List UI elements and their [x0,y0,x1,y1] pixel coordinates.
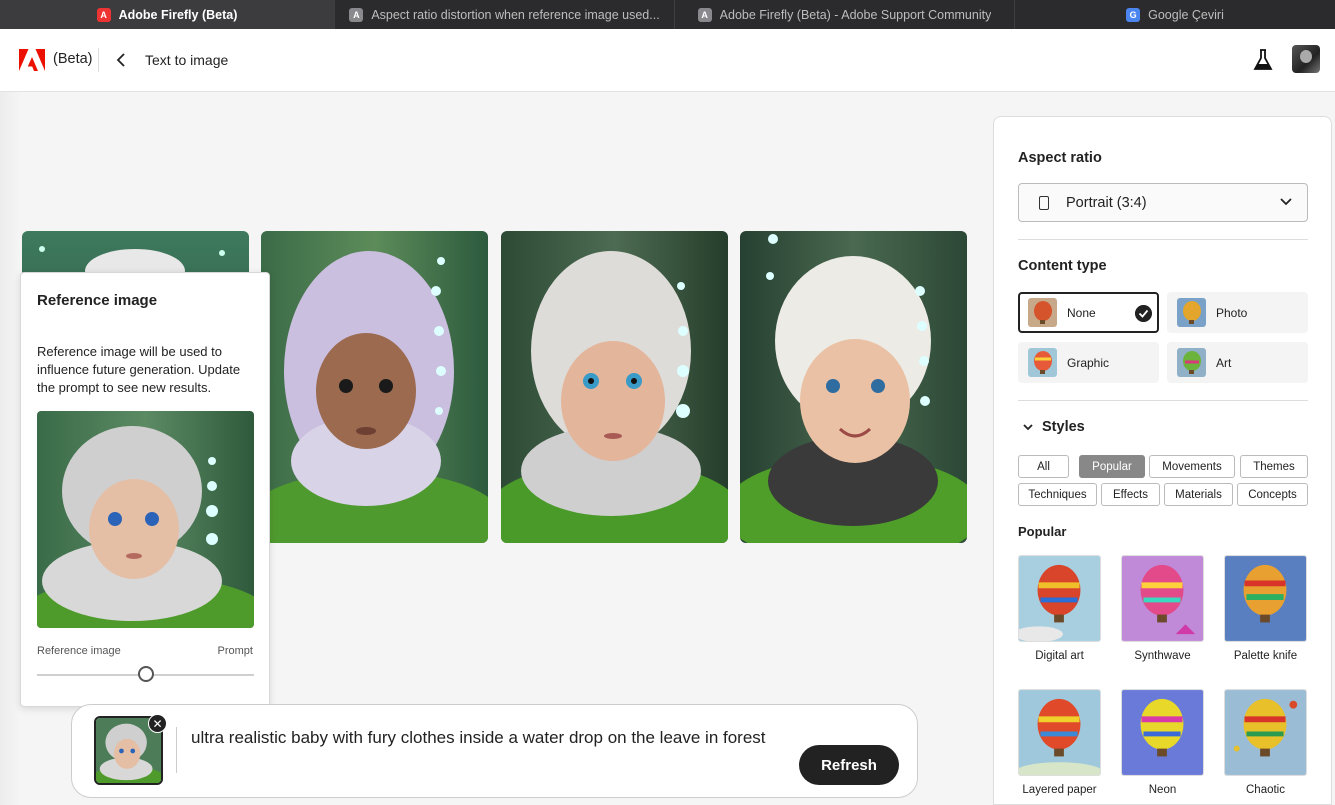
tab-title: Adobe Firefly (Beta) - Adobe Support Com… [719,7,992,22]
style-neon[interactable]: Neon [1121,689,1204,796]
content-type-photo[interactable]: Photo [1167,292,1308,333]
browser-tab-google-translate[interactable]: G Google Çeviri [1015,0,1335,29]
chevron-down-icon [1023,424,1033,431]
prompt-bar: ✕ ultra realistic baby with fury clothes… [71,704,918,798]
aspect-ratio-value: Portrait (3:4) [1066,195,1147,211]
content-type-label: Graphic [1067,356,1110,370]
aspect-ratio-select[interactable]: Portrait (3:4) [1018,183,1308,222]
content-type-label: Photo [1216,306,1248,320]
filter-all[interactable]: All [1018,455,1069,478]
filter-movements[interactable]: Movements [1149,455,1235,478]
style-synthwave[interactable]: Synthwave [1121,555,1204,662]
popover-title: Reference image [37,292,158,309]
balloon-thumbnail [1028,348,1057,377]
header-divider [98,48,99,72]
filter-techniques[interactable]: Techniques [1018,483,1097,506]
community-icon: A [349,7,364,22]
flask-icon[interactable] [1252,48,1274,72]
content-type-graphic[interactable]: Graphic [1018,342,1159,383]
remove-reference-button[interactable]: ✕ [148,714,167,733]
app-header: (Beta) Text to image [0,29,1335,92]
slider-right-label: Prompt [217,645,253,657]
style-label: Palette knife [1233,650,1298,662]
settings-panel: Aspect ratio Portrait (3:4) Content type… [993,116,1332,805]
filter-themes[interactable]: Themes [1240,455,1308,478]
style-label: Digital art [1035,650,1084,662]
generated-image-4[interactable] [740,231,967,543]
content-type-label: None [1067,306,1096,320]
browser-tab-firefly[interactable]: A Adobe Firefly (Beta) [0,0,335,29]
style-palette-knife[interactable]: Palette knife [1224,555,1307,662]
divider [1018,239,1308,240]
tab-title: Adobe Firefly (Beta) [118,7,238,22]
google-translate-icon: G [1126,7,1141,22]
style-label: Layered paper [1022,784,1097,796]
filter-concepts[interactable]: Concepts [1237,483,1308,506]
refresh-button[interactable]: Refresh [799,745,899,785]
generated-image-3[interactable] [501,231,728,543]
style-thumbnail [1224,689,1307,776]
filter-materials[interactable]: Materials [1164,483,1233,506]
generated-image-2[interactable] [261,231,488,543]
content-type-title: Content type [1018,258,1107,274]
filter-popular[interactable]: Popular [1079,455,1145,478]
reference-image [37,411,254,628]
browser-tab-support-community[interactable]: A Adobe Firefly (Beta) - Adobe Support C… [675,0,1015,29]
popular-title: Popular [1018,524,1067,539]
style-label: Chaotic [1246,784,1285,796]
avatar[interactable] [1292,45,1320,73]
style-digital-art[interactable]: Digital art [1018,555,1101,662]
slider-left-label: Reference image [37,645,121,657]
tab-title: Aspect ratio distortion when reference i… [371,7,660,22]
checkmark-icon [1135,305,1152,322]
style-thumbnail [1018,689,1101,776]
content-type-none[interactable]: None [1018,292,1159,333]
breadcrumb[interactable]: Text to image [145,52,228,68]
style-thumbnail [1121,689,1204,776]
chevron-down-icon [1280,198,1292,206]
style-layered-paper[interactable]: Layered paper [1018,689,1101,796]
style-thumbnail [1121,555,1204,642]
filter-effects[interactable]: Effects [1101,483,1160,506]
style-label: Synthwave [1134,650,1191,662]
slider-thumb[interactable] [137,666,154,682]
browser-tab-bar: A Adobe Firefly (Beta) A Aspect ratio di… [0,0,1335,29]
aspect-ratio-title: Aspect ratio [1018,150,1102,166]
reference-image-popover: Reference image Reference image will be … [20,272,270,707]
beta-label: (Beta) [53,51,93,67]
balloon-thumbnail [1177,298,1206,327]
adobe-icon: A [96,7,111,22]
background-shade [0,92,20,805]
divider [1018,400,1308,401]
chevron-left-icon[interactable] [112,49,130,71]
balloon-thumbnail [1028,298,1057,327]
content-type-label: Art [1216,356,1232,370]
popover-description: Reference image will be used to influenc… [37,344,241,395]
adobe-logo-icon[interactable] [19,49,45,71]
prompt-divider [176,727,177,773]
content-type-art[interactable]: Art [1167,342,1308,383]
style-thumbnail [1224,555,1307,642]
prompt-input[interactable]: ultra realistic baby with fury clothes i… [191,728,766,748]
styles-toggle[interactable]: Styles [1022,419,1085,435]
style-thumbnail [1018,555,1101,642]
style-label: Neon [1148,784,1177,796]
balloon-thumbnail [1177,348,1206,377]
community-icon: A [697,7,712,22]
portrait-icon [1039,196,1049,210]
style-chaotic[interactable]: Chaotic [1224,689,1307,796]
styles-title: Styles [1042,419,1085,435]
tab-title: Google Çeviri [1148,7,1224,22]
browser-tab-aspect-ratio-thread[interactable]: A Aspect ratio distortion when reference… [335,0,675,29]
